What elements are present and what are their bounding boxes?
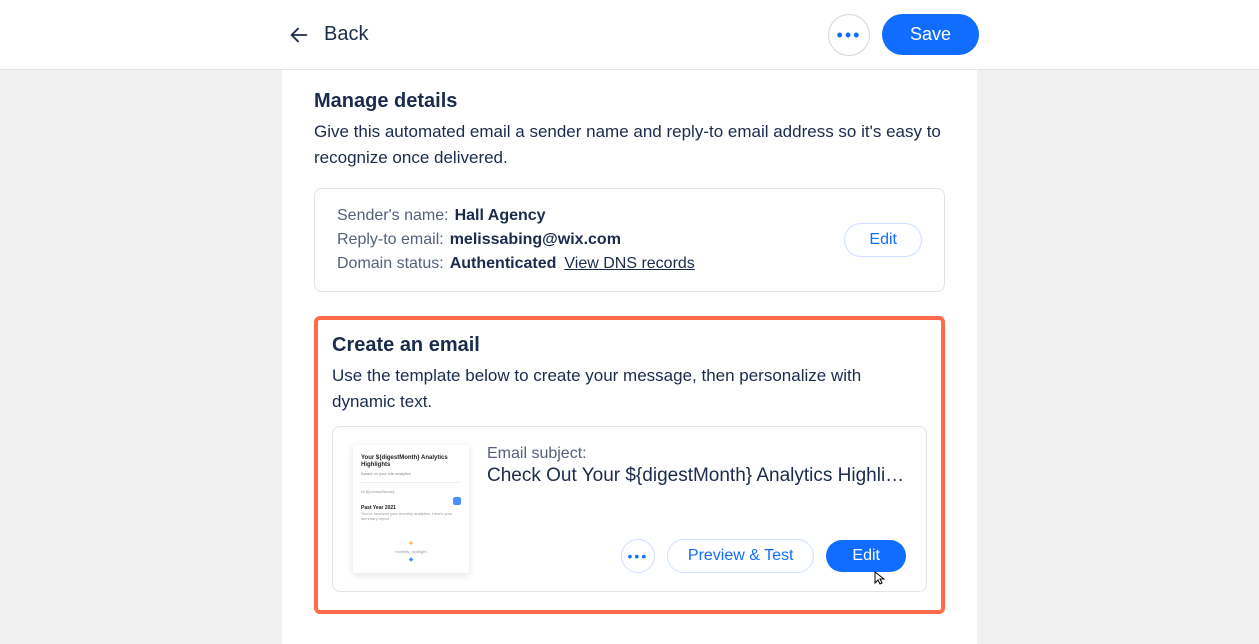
dots-icon: ••• (837, 26, 862, 44)
edit-email-button[interactable]: Edit (826, 540, 906, 572)
thumb-logo-icon: ◆ (353, 556, 469, 563)
cursor-icon (872, 570, 888, 586)
back-label: Back (324, 23, 368, 46)
sender-row: Sender's name: Hall Agency (337, 207, 844, 225)
email-template-thumbnail[interactable]: Your ${digestMonth} Analytics Highlights… (353, 445, 469, 573)
topbar: Back ••• Save (0, 0, 1259, 70)
email-info: Email subject: Check Out Your ${digestMo… (487, 445, 906, 573)
dots-icon: ••• (628, 549, 649, 563)
email-more-button[interactable]: ••• (621, 539, 655, 573)
create-title: Create an email (332, 334, 927, 357)
reply-row: Reply-to email: melissabing@wix.com (337, 231, 844, 249)
more-actions-button[interactable]: ••• (828, 14, 870, 56)
preview-test-button[interactable]: Preview & Test (667, 539, 815, 573)
manage-description: Give this automated email a sender name … (314, 119, 945, 170)
create-description: Use the template below to create your me… (332, 363, 927, 414)
dns-records-link[interactable]: View DNS records (564, 255, 694, 273)
domain-row: Domain status: Authenticated View DNS re… (337, 255, 844, 273)
edit-details-button[interactable]: Edit (844, 223, 922, 257)
thumb-badge-icon (453, 497, 461, 505)
email-actions: ••• Preview & Test Edit (487, 539, 906, 573)
subject-label: Email subject: (487, 445, 906, 463)
main-panel: Manage details Give this automated email… (282, 70, 977, 644)
create-email-section: Create an email Use the template below t… (314, 316, 945, 614)
thumb-footer: ✦ monthly_spotlight ◆ (353, 539, 469, 563)
sender-value: Hall Agency (455, 207, 546, 225)
back-button[interactable]: Back (288, 23, 368, 46)
save-button[interactable]: Save (882, 14, 979, 55)
reply-value: melissabing@wix.com (450, 231, 621, 249)
sender-label: Sender's name: (337, 207, 449, 225)
details-list: Sender's name: Hall Agency Reply-to emai… (337, 207, 844, 273)
thumb-body: You've received your monthly analytics. … (361, 511, 461, 521)
topbar-actions: ••• Save (828, 14, 979, 56)
details-card: Sender's name: Hall Agency Reply-to emai… (314, 188, 945, 292)
manage-details-section: Manage details Give this automated email… (314, 90, 945, 292)
thumb-title: Your ${digestMonth} Analytics Highlights (361, 455, 461, 469)
domain-label: Domain status: (337, 255, 444, 273)
arrow-left-icon (288, 24, 310, 46)
domain-value: Authenticated (450, 255, 557, 273)
subject-value: Check Out Your ${digestMonth} Analytics … (487, 465, 906, 487)
manage-title: Manage details (314, 90, 945, 113)
star-icon: ✦ (353, 539, 469, 548)
reply-label: Reply-to email: (337, 231, 444, 249)
email-subject-group: Email subject: Check Out Your ${digestMo… (487, 445, 906, 487)
email-card: Your ${digestMonth} Analytics Highlights… (332, 426, 927, 592)
thumb-sub: Based on your site analytics (361, 471, 461, 476)
